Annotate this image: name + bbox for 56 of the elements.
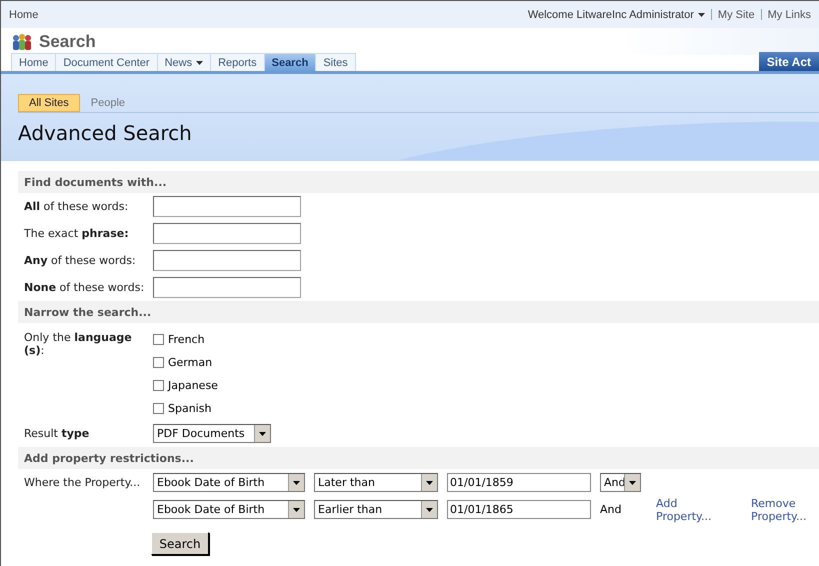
site-title: Search [39, 32, 96, 52]
caret-icon [259, 432, 266, 436]
section-heading: Find documents with... [18, 171, 819, 193]
scope-tab[interactable]: All Sites [18, 94, 80, 112]
top-link[interactable]: My Links [768, 8, 811, 20]
caret-icon [426, 480, 433, 484]
nav-tab[interactable]: Reports [210, 53, 265, 71]
input-field[interactable]: 01/01/1859 [447, 473, 591, 492]
caret-icon [426, 508, 433, 512]
nav-tab[interactable]: Sites [315, 53, 356, 71]
nav-tab[interactable]: Search [264, 53, 316, 71]
field-label: Only the language (s): [24, 331, 133, 357]
field-label: Where the Property... [24, 476, 142, 489]
page-title: Advanced Search [18, 121, 192, 145]
checkbox[interactable] [153, 402, 164, 414]
section-heading: Add property restrictions... [18, 447, 819, 469]
select-field[interactable]: Ebook Date of Birth [153, 473, 305, 492]
search-button[interactable]: Search [151, 532, 209, 555]
caret-icon [698, 12, 705, 16]
field-label: The exact phrase: [24, 227, 130, 240]
user-menu[interactable]: Welcome LitwareInc Administrator [528, 8, 705, 20]
nav-tab[interactable]: Document Center [55, 53, 158, 71]
checkbox[interactable] [153, 356, 164, 368]
remove-property-link[interactable]: Remove Property... [751, 496, 819, 522]
nav-tab[interactable]: News [156, 53, 212, 71]
checkbox-label: Japanese [168, 378, 218, 392]
caret-icon [293, 508, 300, 512]
input-field[interactable] [153, 277, 301, 298]
input-field[interactable]: 01/01/1865 [447, 500, 591, 519]
checkbox-label: French [168, 332, 205, 346]
select-field[interactable]: PDF Documents [153, 424, 271, 443]
input-field[interactable] [153, 196, 301, 217]
checkbox-label: German [168, 356, 212, 368]
checkbox-label: Spanish [168, 402, 212, 414]
breadcrumb-link[interactable]: Home [9, 8, 38, 20]
caret-icon [293, 480, 300, 484]
field-label: Result type [24, 427, 90, 440]
field-label: Any of these words: [24, 254, 137, 267]
nav-tab[interactable]: Home [11, 53, 56, 71]
field-label: None of these words: [24, 281, 146, 294]
caret-icon [629, 480, 636, 484]
checkbox[interactable] [153, 334, 164, 344]
input-field[interactable] [153, 250, 301, 271]
section-heading: Narrow the search... [18, 301, 819, 323]
input-field[interactable] [153, 223, 301, 244]
field-label: All of these words: [24, 200, 130, 213]
select-field[interactable]: Later than [314, 473, 438, 492]
select-field[interactable]: Earlier than [314, 500, 438, 519]
select-field[interactable]: Ebook Date of Birth [153, 500, 305, 519]
joiner-text: And [600, 503, 622, 516]
caret-icon [196, 60, 204, 64]
top-link[interactable]: My Site [718, 8, 755, 20]
site-actions-menu[interactable]: Site Act [758, 52, 819, 71]
people-icon [11, 32, 33, 50]
checkbox[interactable] [153, 380, 164, 390]
add-property-link[interactable]: Add Property... [656, 496, 736, 522]
